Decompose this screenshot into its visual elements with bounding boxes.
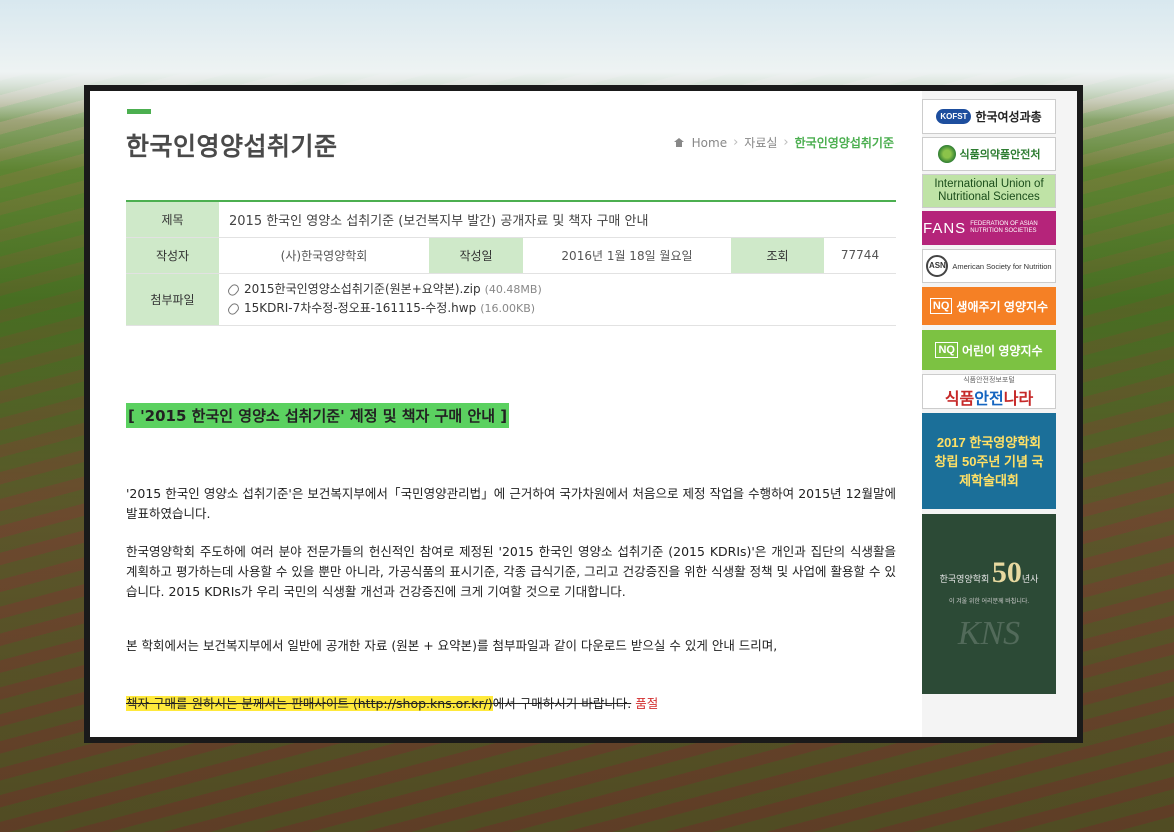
banner-sublabel: 식품안전정보포털 [963, 376, 1015, 384]
banner-nq-lifecycle[interactable]: NQ 생애주기 영양지수 [922, 287, 1056, 325]
banner-label: 어린이 영양지수 [961, 343, 1043, 358]
paperclip-icon [226, 301, 241, 316]
banner-label: 한국여성과총 [975, 110, 1042, 124]
chevron-right-icon: › [783, 135, 789, 150]
author-label: 작성자 [126, 237, 219, 274]
purchase-notice-rest: 에서 구매하시기 바랍니다. [492, 696, 632, 711]
banner-label: International Union of Nutritional Scien… [934, 178, 1044, 203]
title-accent-bar [127, 109, 151, 114]
kofst-logo: KOFST [936, 109, 972, 124]
post-subject: 2015 한국인 영양소 섭취기준 (보건복지부 발간) 공개자료 및 책자 구… [219, 201, 896, 238]
sidebar-banners: KOFST 한국여성과총 식품의약품안전처 International Unio… [922, 91, 1077, 737]
nq-tag: NQ [935, 342, 958, 358]
attachment-item[interactable]: 2015한국인영양소섭취기준(원본+요약본).zip (40.48MB) [226, 280, 886, 299]
attachment-link[interactable]: 15KDRI-7차수정-정오표-161115-수정.hwp [244, 299, 476, 318]
content-heading: [ '2015 한국인 영양소 섭취기준' 제정 및 책자 구매 안내 ] [126, 403, 510, 428]
mfds-logo-icon [937, 145, 956, 163]
purchase-link-text[interactable]: 책자 구매를 원하시는 분께서는 판매사이트 (http://shop.kns.… [126, 696, 493, 711]
post-info-table: 제목 2015 한국인 영양소 섭취기준 (보건복지부 발간) 공개자료 및 책… [126, 200, 896, 326]
breadcrumb-section[interactable]: 자료실 [744, 134, 777, 151]
banner-asn[interactable]: ASN American Society for Nutrition [922, 249, 1056, 283]
banner-food-safety[interactable]: 식품안전정보포털 식품안전나라 [922, 374, 1056, 409]
main-content: 한국인영양섭취기준 Home › 자료실 › 한국인영양섭취기준 제목 2015… [90, 91, 920, 737]
paperclip-icon [226, 282, 241, 297]
attachment-item[interactable]: 15KDRI-7차수정-정오표-161115-수정.hwp (16.00KB) [226, 299, 886, 318]
post-author: (사)한국영양학회 [219, 237, 429, 274]
post-date: 2016년 1월 18일 월요일 [523, 237, 731, 274]
banner-2017-conference[interactable]: 2017 한국영양학회 창립 50주년 기념 국제학술대회 [922, 413, 1056, 509]
banner-label: 2017 한국영양학회 창립 50주년 기념 국제학술대회 [934, 434, 1044, 488]
subject-label: 제목 [126, 201, 219, 238]
banner-iuns[interactable]: International Union of Nutritional Scien… [922, 174, 1056, 208]
banner-label: FANS [923, 219, 967, 237]
breadcrumb-current: 한국인영양섭취기준 [794, 136, 894, 150]
date-label: 작성일 [429, 237, 523, 274]
banner-50th-history[interactable]: 한국영양학회 50년사 이 겨울 위한 어리분께 바칩니다. KNS [922, 514, 1056, 694]
banner-kofst[interactable]: KOFST 한국여성과총 [922, 99, 1056, 134]
attach-label: 첨부파일 [126, 273, 219, 326]
breadcrumb-home[interactable]: Home [692, 136, 727, 150]
post-views: 77744 [824, 237, 896, 274]
purchase-notice: 책자 구매를 원하시는 분께서는 판매사이트 (http://shop.kns.… [126, 694, 896, 714]
kns-logo: KNS [957, 614, 1021, 652]
views-label: 조회 [731, 237, 824, 274]
banner-label: 생애주기 영양지수 [956, 299, 1049, 314]
chevron-right-icon: › [733, 135, 739, 150]
attachment-link[interactable]: 2015한국인영양소섭취기준(원본+요약본).zip [244, 280, 481, 299]
banner-mfds[interactable]: 식품의약품안전처 [922, 137, 1056, 171]
page-container: 한국인영양섭취기준 Home › 자료실 › 한국인영양섭취기준 제목 2015… [90, 91, 1077, 737]
asn-logo: ASN [926, 255, 949, 277]
content-paragraph: 본 학회에서는 보건복지부에서 일반에 공개한 자료 (원본 + 요약본)를 첨… [126, 638, 778, 653]
breadcrumb: Home › 자료실 › 한국인영양섭취기준 [673, 134, 894, 151]
nq-tag: NQ [929, 298, 953, 314]
attachment-list: 2015한국인영양소섭취기준(원본+요약본).zip (40.48MB) 15K… [219, 273, 896, 326]
content-paragraph: '2015 한국인 영양소 섭취기준'은 보건복지부에서「국민영양관리법」에 근… [126, 486, 896, 521]
banner-label: 식품의약품안전처 [959, 149, 1041, 161]
banner-label: 한국영양학회 50년사 [939, 555, 1039, 589]
page-title: 한국인영양섭취기준 [126, 132, 338, 161]
content-paragraph: 한국영양학회 주도하에 여러 분야 전문가들의 헌신적인 참여로 제정된 '20… [126, 544, 896, 599]
soldout-label: 품절 [635, 696, 659, 711]
home-icon [673, 138, 684, 147]
banner-label: American Society for Nutrition [952, 261, 1052, 271]
attachment-size: (40.48MB) [484, 283, 542, 296]
banner-nq-children[interactable]: NQ 어린이 영양지수 [922, 330, 1056, 370]
banner-label: 식품안전나라 [944, 390, 1034, 408]
banner-sublabel: FEDERATION OF ASIAN NUTRITION SOCIETIES [970, 221, 1038, 234]
attachment-size: (16.00KB) [480, 302, 536, 315]
banner-fans[interactable]: FANS FEDERATION OF ASIAN NUTRITION SOCIE… [922, 211, 1056, 245]
banner-sublabel: 이 겨울 위한 어리분께 바칩니다. [948, 598, 1030, 605]
